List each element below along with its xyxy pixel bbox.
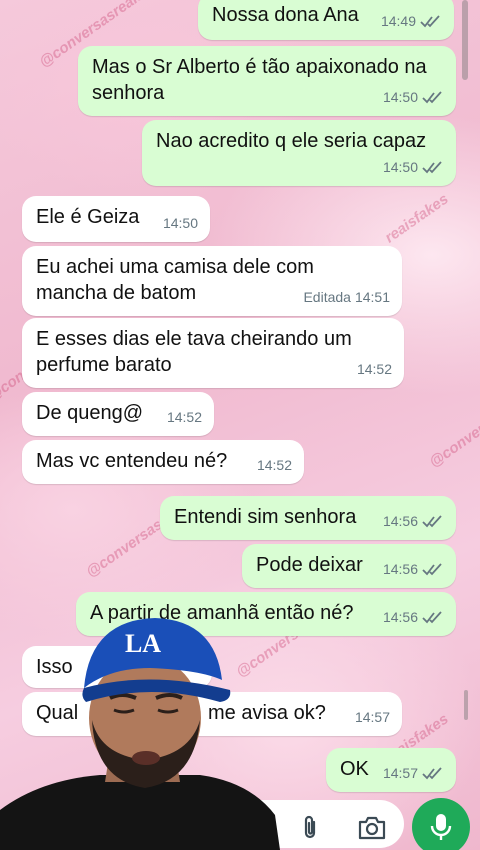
message-meta: 14:56 [383,604,444,630]
microphone-button[interactable] [412,798,470,850]
message-bubble-incoming[interactable]: Mas vc entendeu né? 14:52 [22,440,304,484]
reaction-video-overlay: LA [0,618,280,850]
message-bubble-outgoing[interactable]: Nossa dona Ana 14:49 [198,0,454,40]
message-text: Mas o Sr Alberto é tão apaixonado na sen… [92,56,427,104]
message-meta: 14:50 [383,84,444,110]
message-text: OK [340,758,369,780]
message-bubble-outgoing[interactable]: Pode deixar 14:56 [242,544,456,588]
message-bubble-outgoing[interactable]: Entendi sim senhora 14:56 [160,496,456,540]
microphone-icon [430,814,452,840]
message-text: Nao acredito q ele seria capaz [156,130,427,152]
message-bubble-outgoing[interactable]: OK 14:57 [326,748,456,792]
message-bubble-incoming[interactable]: E esses dias ele tava cheirando um perfu… [22,318,404,388]
read-ticks-icon [422,515,442,528]
message-meta: 14:57 [383,760,444,786]
read-ticks-icon [422,91,442,104]
message-meta: 14:57 [355,704,390,730]
message-text: Pode deixar [256,554,363,576]
message-time: 14:50 [382,89,418,105]
message-time: 14:51 [354,289,390,305]
message-time: 14:52 [256,457,292,473]
read-ticks-icon [422,563,442,576]
read-ticks-icon [420,15,440,28]
cap-logo: LA [125,629,161,658]
message-text: De queng@ [36,402,144,424]
message-meta: 14:52 [357,356,392,382]
message-time: 14:56 [382,561,418,577]
message-time: 14:50 [162,215,198,231]
read-ticks-icon [422,611,442,624]
message-time: 14:57 [382,765,418,781]
message-bubble-outgoing[interactable]: Mas o Sr Alberto é tão apaixonado na sen… [78,46,456,116]
message-bubble-incoming[interactable]: Eu achei uma camisa dele com mancha de b… [22,246,402,316]
message-bubble-incoming[interactable]: De queng@ 14:52 [22,392,214,436]
read-ticks-icon [422,767,442,780]
message-meta: 14:56 [383,508,444,534]
message-meta: 14:50 [383,154,444,180]
message-bubble-outgoing[interactable]: Nao acredito q ele seria capaz 14:50 [142,120,456,186]
edited-label: Editada [303,289,351,305]
message-text: Ele é Geiza [36,206,140,228]
scrollbar[interactable] [462,0,468,80]
message-text: Mas vc entendeu né? [36,450,228,472]
message-time: 14:52 [166,409,202,425]
message-text: Entendi sim senhora [174,506,357,528]
message-text: Nossa dona Ana [212,4,359,26]
paperclip-icon[interactable] [296,814,324,842]
message-meta: 14:56 [383,556,444,582]
camera-icon[interactable] [356,814,388,842]
message-time: 14:56 [382,513,418,529]
message-time: 14:49 [380,13,416,29]
message-meta: 14:52 [257,452,292,478]
message-time: 14:57 [354,709,390,725]
message-time: 14:52 [356,361,392,377]
message-time: 14:50 [382,159,418,175]
message-bubble-incoming[interactable]: Ele é Geiza 14:50 [22,196,210,242]
message-meta: 14:50 [163,210,198,236]
message-time: 14:56 [382,609,418,625]
message-text: E esses dias ele tava cheirando um perfu… [36,328,352,376]
message-meta: 14:52 [167,404,202,430]
scrollbar-indicator [464,690,468,720]
read-ticks-icon [422,161,442,174]
message-meta: Editada 14:51 [303,284,390,310]
message-meta: 14:49 [381,8,442,34]
